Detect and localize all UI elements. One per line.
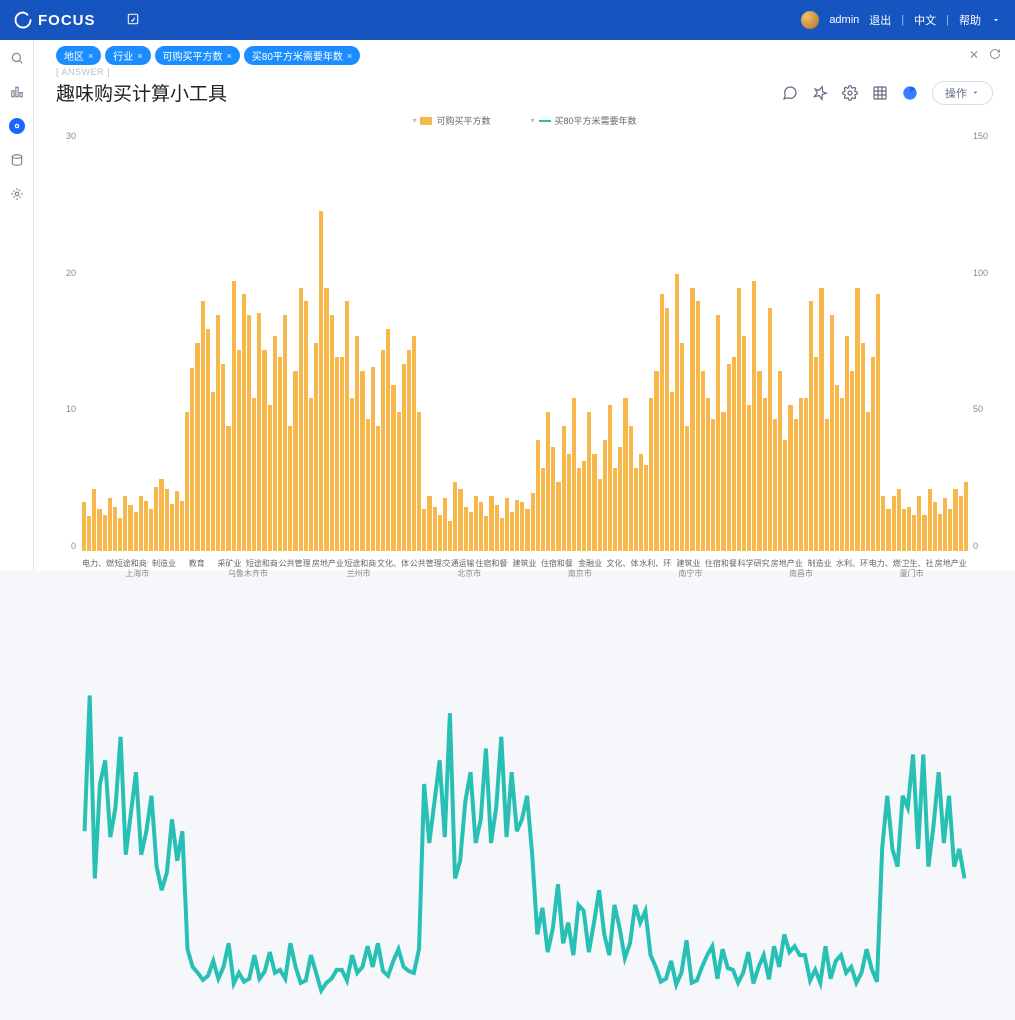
table-icon[interactable] xyxy=(872,85,888,101)
chip-label: 行业 xyxy=(113,48,133,63)
title-row: 趣味购买计算小工具 操作 xyxy=(34,77,1015,112)
chart-area: ▾ 可购买平方数 ▾ 买80平方米需要年数 3020100 150100500 … xyxy=(34,112,1015,571)
answer-label: [ ANSWER ] xyxy=(34,67,1015,77)
edit-icon[interactable] xyxy=(126,12,140,29)
x-city-label: 北京市 xyxy=(414,568,525,579)
brand-logo[interactable]: FOCUS xyxy=(14,11,96,29)
comment-icon[interactable] xyxy=(782,85,798,101)
username[interactable]: admin xyxy=(829,14,859,26)
chip-close-icon[interactable]: × xyxy=(88,51,93,61)
sidebar-settings[interactable] xyxy=(9,186,25,202)
brand-text: FOCUS xyxy=(38,12,96,29)
clear-icon[interactable]: ✕ xyxy=(969,48,979,63)
sidebar-chart[interactable] xyxy=(9,84,25,100)
x-city-label: 南昌市 xyxy=(746,568,857,579)
ops-button[interactable]: 操作 xyxy=(932,81,993,105)
logout-link[interactable]: 退出 xyxy=(869,12,891,28)
x-city-label: 厦门市 xyxy=(856,568,967,579)
y-axis-right: 150100500 xyxy=(969,131,993,551)
pin-icon[interactable] xyxy=(812,85,828,101)
focus-logo-icon xyxy=(14,11,32,29)
refresh-icon[interactable] xyxy=(989,48,1001,63)
chip-close-icon[interactable]: × xyxy=(227,51,232,61)
page-title: 趣味购买计算小工具 xyxy=(56,79,227,106)
avatar[interactable] xyxy=(801,11,819,29)
topbar: FOCUS admin 退出 | 中文 | 帮助 xyxy=(0,0,1015,40)
x-axis-cities: 上海市乌鲁木齐市兰州市北京市南京市南宁市南昌市厦门市 xyxy=(82,568,967,579)
main: 地区 × 行业 × 可购买平方数 × 买80平方米需要年数 × ✕ [ ANSWER ] 趣味… xyxy=(34,40,1015,571)
line-swatch xyxy=(539,120,551,122)
x-city-label: 乌鲁木齐市 xyxy=(193,568,304,579)
sidebar-data[interactable] xyxy=(9,152,25,168)
chip-label: 地区 xyxy=(64,48,84,63)
chip-close-icon[interactable]: × xyxy=(137,51,142,61)
query-row: 地区 × 行业 × 可购买平方数 × 买80平方米需要年数 × ✕ xyxy=(34,40,1015,67)
sidebar-search[interactable] xyxy=(9,50,25,66)
chevron-down-icon xyxy=(971,88,980,97)
plot: 3020100 150100500 电力、燃气...短途和商务...制造业教育采… xyxy=(56,131,993,569)
chip-close-icon[interactable]: × xyxy=(347,51,352,61)
lang-toggle[interactable]: 中文 xyxy=(914,12,936,28)
user-cluster: admin 退出 | 中文 | 帮助 xyxy=(801,11,1001,29)
x-city-label: 南京市 xyxy=(525,568,636,579)
query-chip[interactable]: 行业 × xyxy=(105,46,150,65)
help-link[interactable]: 帮助 xyxy=(959,12,981,28)
x-city-label: 兰州市 xyxy=(303,568,414,579)
legend-s1-label: 可购买平方数 xyxy=(436,114,490,127)
legend-s1[interactable]: ▾ 可购买平方数 xyxy=(412,114,490,127)
sidebar xyxy=(0,40,34,571)
sidebar-active[interactable] xyxy=(9,118,25,134)
query-chip[interactable]: 地区 × xyxy=(56,46,101,65)
title-actions: 操作 xyxy=(782,81,993,105)
legend: ▾ 可购买平方数 ▾ 买80平方米需要年数 xyxy=(56,112,993,131)
x-city-label: 上海市 xyxy=(82,568,193,579)
bar-swatch xyxy=(420,117,432,125)
gear-icon[interactable] xyxy=(842,85,858,101)
legend-s2-label: 买80平方米需要年数 xyxy=(555,114,637,127)
query-chip[interactable]: 可购买平方数 × xyxy=(155,46,240,65)
chips-container: 地区 × 行业 × 可购买平方数 × 买80平方米需要年数 × xyxy=(56,46,360,65)
chip-label: 买80平方米需要年数 xyxy=(252,48,343,63)
chevron-down-icon: ▾ xyxy=(531,116,535,125)
query-chip[interactable]: 买80平方米需要年数 × xyxy=(244,46,360,65)
pie-chart-icon[interactable] xyxy=(902,85,918,101)
y-axis-left: 3020100 xyxy=(56,131,80,551)
ops-label: 操作 xyxy=(945,85,967,101)
chevron-down-icon: ▾ xyxy=(412,116,416,125)
x-city-label: 南宁市 xyxy=(635,568,746,579)
legend-s2[interactable]: ▾ 买80平方米需要年数 xyxy=(531,114,637,127)
chevron-down-icon xyxy=(991,15,1001,25)
chip-label: 可购买平方数 xyxy=(163,48,223,63)
